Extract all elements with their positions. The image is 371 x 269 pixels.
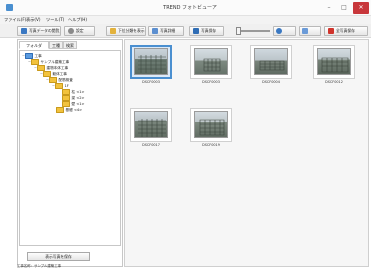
folder-icon [56, 107, 64, 113]
help-icon [276, 28, 282, 34]
photo-thumbnail[interactable]: DSCF0017 [130, 108, 172, 148]
help-button[interactable] [273, 26, 296, 36]
photo-thumbnail[interactable]: DSCF0003 [190, 45, 232, 85]
photo-caption: DSCF0003 [142, 80, 160, 84]
tree-node-label: 配筋検査 [58, 78, 73, 82]
browse-photos-label: 写真データの閲覧 [29, 28, 60, 33]
photo-image [317, 48, 351, 75]
photo-caption: DSCF0003 [202, 80, 220, 84]
save-photo-button[interactable]: 写真保存 [189, 26, 224, 36]
photo-thumbnail[interactable]: DSCF0003 [130, 45, 172, 85]
tab-search[interactable]: 検索 [63, 41, 77, 49]
show-subcategories-button[interactable]: 下位分類を表示 [106, 26, 146, 36]
tab-folder[interactable]: フォルダ [19, 41, 49, 49]
photo-details-button[interactable]: 写真詳細 [148, 26, 184, 36]
folder-tree: − 工事 − サンプル建築工事 − 建物本体工事 − 躯体工事 − 配筋検査 −1F 柱 … [19, 50, 121, 246]
photo-image [194, 48, 228, 75]
tree-node-label: 1F [64, 84, 69, 88]
save-all-icon [328, 28, 334, 34]
settings-label: 設定 [76, 28, 84, 33]
tree-node-label: 壁 <1> [71, 102, 85, 106]
tree-node-label: 工事 [34, 54, 42, 58]
tree-node-label: 梁 <2> [71, 96, 85, 100]
close-button[interactable]: ✕ [353, 2, 369, 14]
save-photo-icon [193, 28, 199, 34]
show-subcategories-label: 下位分類を表示 [118, 28, 145, 33]
browse-photos-button[interactable]: 写真データの閲覧 [17, 26, 61, 36]
gear-icon [68, 28, 74, 34]
tab-work-type[interactable]: 工種 [49, 41, 63, 49]
photo-caption: DSCF0017 [142, 143, 160, 147]
tree-node-foundation[interactable]: 基礎 <4> [56, 107, 82, 113]
save-photo-label: 写真保存 [201, 28, 217, 33]
back-icon [302, 28, 308, 34]
back-button[interactable] [299, 26, 321, 36]
tree-node-label: サンプル建築工事 [40, 60, 70, 64]
settings-button[interactable]: 設定 [64, 26, 95, 36]
save-displayed-photos-button[interactable]: 表示写真を保存 [27, 252, 90, 261]
photo-thumbnail[interactable]: DSCF0012 [313, 45, 355, 85]
photo-detail-icon [152, 28, 158, 34]
zoom-slider-handle[interactable] [236, 27, 241, 35]
tree-node-label: 基礎 <4> [65, 108, 83, 112]
menu-tools[interactable]: ツール(T) [46, 17, 64, 23]
tree-node-label: 躯体工事 [52, 72, 67, 76]
menu-file[interactable]: ファイル(F) [4, 17, 26, 23]
window-title: TREND フォトビューア [163, 5, 217, 11]
photo-image [134, 48, 168, 75]
tree-node-label: 柱 <1> [71, 90, 85, 94]
save-all-label: 全写真保存 [336, 28, 355, 33]
maximize-button[interactable]: □ [337, 2, 351, 14]
photo-thumbnail[interactable]: DSCF0019 [190, 108, 232, 148]
photo-caption: DSCF0012 [325, 80, 343, 84]
photo-folder-icon [21, 28, 27, 34]
menu-view[interactable]: 表示(V) [26, 17, 41, 23]
app-icon [6, 4, 13, 11]
photo-thumbnail[interactable]: DSCF0004 [250, 45, 292, 85]
menu-help[interactable]: ヘルプ(H) [68, 17, 87, 23]
photo-image [254, 48, 288, 75]
photo-caption: DSCF0019 [202, 143, 220, 147]
folder-tree-icon [110, 28, 116, 34]
minimize-button[interactable]: – [322, 2, 336, 14]
photo-image [134, 111, 168, 138]
tree-node-label: 建物本体工事 [46, 66, 69, 70]
photo-details-label: 写真詳細 [160, 28, 176, 33]
photo-caption: DSCF0004 [262, 80, 280, 84]
zoom-slider-track[interactable] [240, 30, 270, 32]
save-all-photos-button[interactable]: 全写真保存 [324, 26, 368, 36]
photo-image [194, 111, 228, 138]
